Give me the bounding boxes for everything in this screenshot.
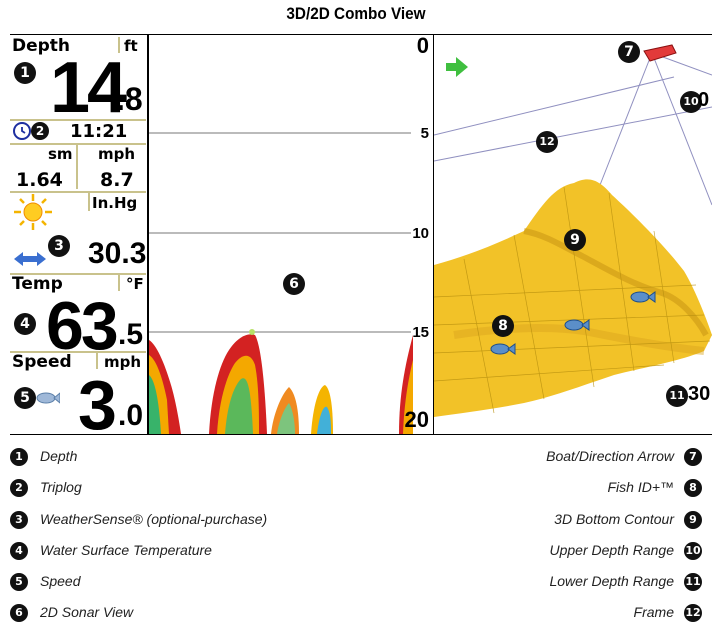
callout-2: 2 [31,122,49,140]
fishfinder-screen: Depth ft 1 14 .8 2 11:21 sm mph 1.64 8.7 [10,33,712,444]
upper-depth-range: 0 [698,89,710,111]
speed-decimal: .0 [118,399,144,432]
trip-speed-value: 8.7 [100,169,134,191]
speed-value: 3 [78,366,117,444]
divider [76,145,78,189]
callout-5: 5 [14,387,36,409]
page-title: 3D/2D Combo View [286,4,426,23]
temp-decimal: .5 [118,318,144,351]
depth-scale-tick-20: 20 [404,407,429,432]
digital-readout-panel: Depth ft 1 14 .8 2 11:21 sm mph 1.64 8.7 [10,35,147,444]
trip-distance-unit: sm [48,145,73,163]
fish-icon [36,391,61,410]
callout-12: 12 [536,131,558,153]
pressure-trend-arrow-icon [14,251,46,272]
depth-scale-tick-15: 15 [412,324,429,341]
depth-value: 14 [50,48,127,128]
2d-sonar-view: 0 5 10 15 20 6 [147,33,435,434]
divider [118,275,120,291]
temp-unit: °F [126,275,144,293]
sun-icon [12,193,54,236]
3d-view: 7 10 0 12 9 8 11 30 [434,35,712,434]
direction-arrow-icon [446,57,468,77]
trip-distance-value: 1.64 [16,169,63,191]
clock-icon [13,122,31,140]
callout-6: 6 [283,273,305,295]
depth-scale-tick-5: 5 [420,125,429,142]
depth-scale-tick-10: 10 [412,225,429,242]
3d-bottom-contour [434,179,712,417]
divider [88,193,90,211]
callout-4: 4 [14,313,36,335]
callout-11: 11 [666,385,688,407]
depth-unit: ft [124,37,138,55]
sonar-graph [149,132,413,434]
speed-label: Speed [12,352,72,372]
pressure-unit: In.Hg [92,194,138,212]
boat-icon [643,44,677,62]
trip-speed-unit: mph [98,145,136,163]
callout-9: 9 [564,229,586,251]
lower-depth-range: 30 [688,383,711,405]
callout-7: 7 [618,41,640,63]
depth-decimal: .8 [116,81,143,117]
callout-3: 3 [48,235,70,257]
callout-1: 1 [14,62,36,84]
clock-value: 11:21 [70,121,128,142]
callout-8: 8 [492,315,514,337]
pressure-value: 30.3 [88,237,147,270]
depth-scale-tick-0: 0 [416,33,429,58]
sonar-bottom-returns [149,329,413,434]
